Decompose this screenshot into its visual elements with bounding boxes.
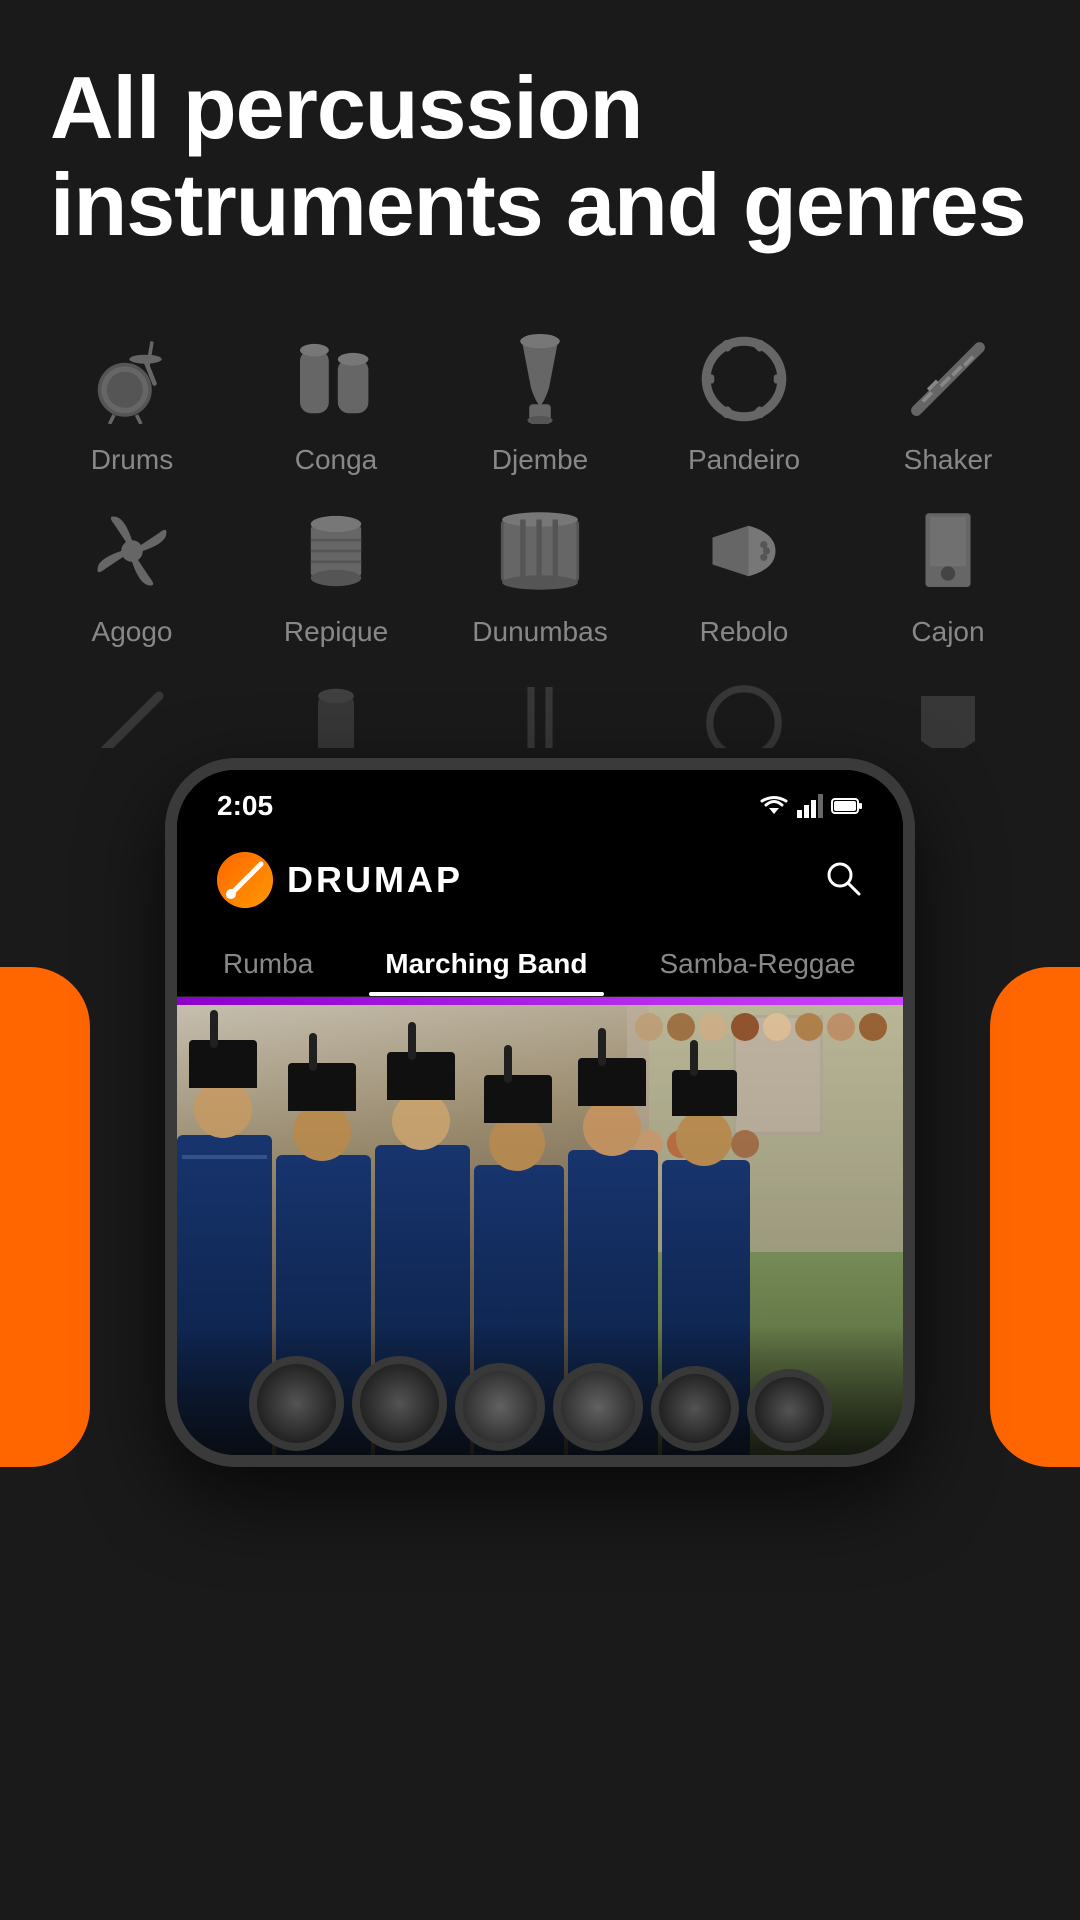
status-bar: 2:05 [177,770,903,832]
instrument-rebolo[interactable]: Rebolo [654,496,834,648]
logo-svg [217,852,273,908]
instrument-agogo[interactable]: Agogo [42,496,222,648]
instrument-partial-2 [246,668,426,748]
signal-icon [797,794,823,818]
app-header: DRUMAP [177,832,903,928]
dunumbas-label: Dunumbas [472,616,607,648]
repique-icon [281,496,391,606]
pandeiro-icon [689,324,799,434]
partial-icon-2 [281,668,391,748]
djembe-label: Djembe [492,444,588,476]
search-button[interactable] [823,858,863,901]
instruments-row-2: Agogo Repique [30,496,1050,648]
phone-screen: 2:05 [177,770,903,1455]
phone-mockup: 2:05 [165,758,915,1467]
repique-label: Repique [284,616,388,648]
instrument-pandeiro[interactable]: Pandeiro [654,324,834,476]
instrument-djembe[interactable]: Djembe [450,324,630,476]
instrument-shaker[interactable]: Shaker [858,324,1038,476]
rebolo-label: Rebolo [700,616,789,648]
instrument-partial-4 [654,668,834,748]
instrument-partial-3 [450,668,630,748]
instrument-partial-1 [42,668,222,748]
instrument-partial-5 [858,668,1038,748]
photo-vignette [177,1005,903,1455]
drums-label: Drums [91,444,173,476]
instrument-cajon[interactable]: Cajon [858,496,1038,648]
partial-icon-5 [893,668,1003,748]
agogo-icon [77,496,187,606]
drums-icon [77,324,187,434]
instruments-section: Drums Conga [0,294,1080,748]
partial-icon-4 [689,668,799,748]
partial-icon-3 [485,668,595,748]
battery-icon [831,796,863,816]
instrument-repique[interactable]: Repique [246,496,426,648]
logo-icon [217,852,273,908]
content-top-border [177,997,903,1005]
cajon-label: Cajon [911,616,984,648]
tab-samba-reggae[interactable]: Samba-Reggae [644,938,872,996]
content-image [177,1005,903,1455]
partial-icon-1 [77,668,187,748]
app-name-label: DRUMAP [287,859,463,901]
shaker-label: Shaker [904,444,993,476]
djembe-icon [485,324,595,434]
dunumbas-icon [485,496,595,606]
tab-rumba[interactable]: Rumba [207,938,329,996]
instrument-conga[interactable]: Conga [246,324,426,476]
conga-label: Conga [295,444,378,476]
app-logo: DRUMAP [217,852,463,908]
hero-section: All percussion instruments and genres [0,0,1080,294]
status-time: 2:05 [217,790,273,822]
wifi-icon [759,794,789,818]
tab-marching-band[interactable]: Marching Band [369,938,603,996]
instruments-row-3-partial [30,668,1050,748]
band-photo [177,1005,903,1455]
instruments-row-1: Drums Conga [30,324,1050,476]
instrument-dunumbas[interactable]: Dunumbas [450,496,630,648]
agogo-label: Agogo [92,616,173,648]
rebolo-icon [689,496,799,606]
phone-section: 2:05 [0,758,1080,1467]
shaker-icon [893,324,1003,434]
tab-bar: Rumba Marching Band Samba-Reggae [177,928,903,997]
instrument-drums[interactable]: Drums [42,324,222,476]
status-icons [759,794,863,818]
conga-icon [281,324,391,434]
hero-title: All percussion instruments and genres [50,60,1030,254]
orange-accent-right [990,967,1080,1467]
orange-accent-left [0,967,90,1467]
search-icon [823,858,863,898]
cajon-icon [893,496,1003,606]
pandeiro-label: Pandeiro [688,444,800,476]
